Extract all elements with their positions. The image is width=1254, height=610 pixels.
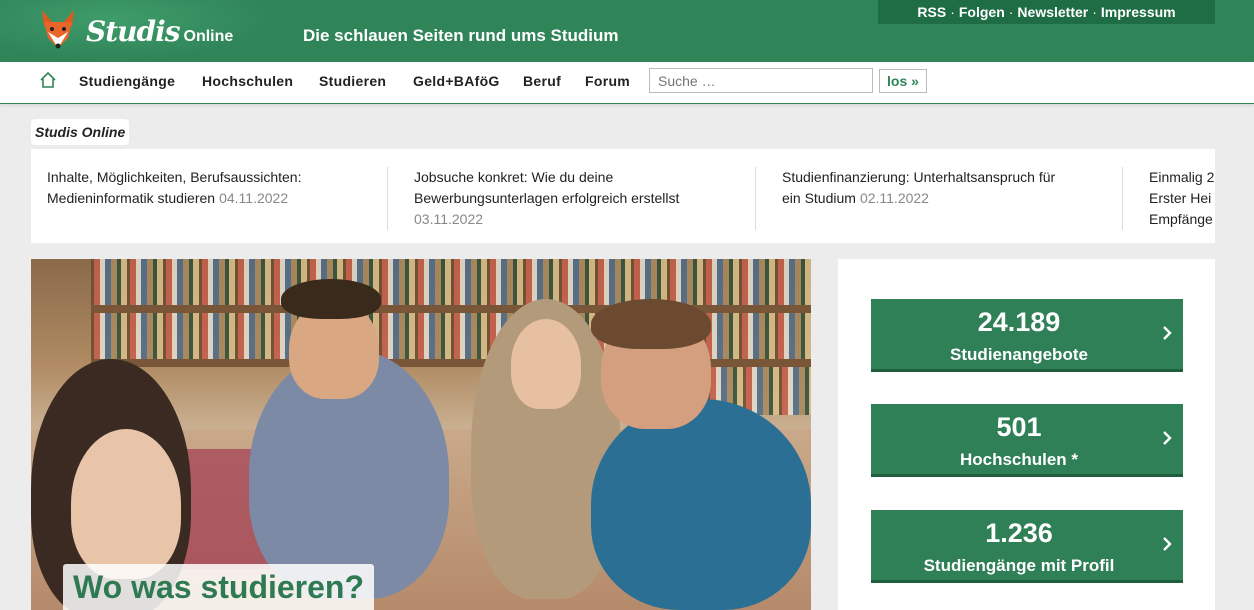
- nav-item-studiengaenge[interactable]: Studiengänge: [79, 73, 175, 89]
- main-nav: Studiengänge Hochschulen Studieren Geld+…: [0, 62, 1254, 104]
- fox-logo-icon: [38, 8, 78, 54]
- ticker-item[interactable]: Einmalig 2 Erster Hei Empfänge: [1149, 167, 1214, 230]
- toplink-newsletter[interactable]: Newsletter: [1017, 4, 1088, 20]
- ticker-headline: Erster Hei: [1149, 190, 1212, 206]
- toplink-impressum[interactable]: Impressum: [1101, 4, 1176, 20]
- toplink-rss[interactable]: RSS: [917, 4, 946, 20]
- logo-online-text: Online: [183, 27, 234, 45]
- ticker-headline: ein Studium: [782, 190, 856, 206]
- ticker-divider: [1122, 167, 1123, 230]
- ticker-divider: [755, 167, 756, 230]
- stat-label: Hochschulen *: [959, 450, 1079, 469]
- ticker-headline: Studienfinanzierung: Unterhaltsanspruch …: [782, 169, 1056, 185]
- ticker-item[interactable]: Inhalte, Möglichkeiten, Berufsaussichten…: [47, 167, 301, 209]
- nav-item-geld-bafoeg[interactable]: Geld+BAföG: [413, 73, 500, 89]
- stat-box-studienangebote[interactable]: 24.189 Studienangebote: [871, 299, 1183, 372]
- home-icon[interactable]: [39, 71, 57, 89]
- section-label: Studis Online: [31, 119, 130, 145]
- nav-item-hochschulen[interactable]: Hochschulen: [202, 73, 293, 89]
- student-hair: [591, 299, 711, 349]
- ticker-date: 04.11.2022: [219, 190, 289, 206]
- nav-item-beruf[interactable]: Beruf: [523, 73, 561, 89]
- toplink-separator: ·: [1008, 4, 1014, 20]
- stat-box-hochschulen[interactable]: 501 Hochschulen *: [871, 404, 1183, 477]
- nav-item-forum[interactable]: Forum: [585, 73, 630, 89]
- hero-caption[interactable]: Wo was studieren?: [63, 564, 375, 610]
- ticker-headline: Bewerbungsunterlagen erfolgreich erstell…: [414, 190, 680, 206]
- ticker-date: 03.11.2022: [414, 211, 484, 227]
- ticker-headline: Jobsuche konkret: Wie du deine: [414, 169, 614, 185]
- student-hair: [281, 279, 381, 319]
- ticker-headline: Medieninformatik studieren: [47, 190, 216, 206]
- search-button[interactable]: los »: [879, 69, 927, 93]
- ticker-date: 02.11.2022: [859, 190, 929, 206]
- ticker-headline: Inhalte, Möglichkeiten, Berufsaussichten…: [47, 169, 302, 185]
- stat-number: 501: [996, 412, 1042, 442]
- stat-label: Studienangebote: [950, 345, 1088, 364]
- ticker-item[interactable]: Studienfinanzierung: Unterhaltsanspruch …: [782, 167, 1055, 209]
- ticker-divider: [387, 167, 388, 230]
- student-face: [511, 319, 581, 409]
- stat-number: 1.236: [985, 518, 1053, 548]
- site-tagline: Die schlauen Seiten rund ums Studium: [303, 26, 619, 45]
- bookshelf-row: [91, 259, 811, 307]
- chevron-right-icon: [1163, 326, 1172, 340]
- chevron-right-icon: [1163, 537, 1172, 551]
- toplink-folgen[interactable]: Folgen: [959, 4, 1005, 20]
- stat-box-studiengaenge-profil[interactable]: 1.236 Studiengänge mit Profil: [871, 510, 1183, 583]
- stat-number: 24.189: [977, 307, 1061, 337]
- stats-panel: 24.189 Studienangebote 501 Hochschulen *…: [838, 259, 1215, 610]
- news-ticker: Inhalte, Möglichkeiten, Berufsaussichten…: [31, 149, 1215, 243]
- student-silhouette: [591, 399, 811, 610]
- hero-image[interactable]: [31, 259, 811, 610]
- student-face: [71, 429, 181, 579]
- ticker-headline: Einmalig 2: [1149, 169, 1215, 185]
- site-header: Studis Online Die schlauen Seiten rund u…: [0, 0, 1254, 62]
- ticker-item[interactable]: Jobsuche konkret: Wie du deine Bewerbung…: [414, 167, 679, 230]
- chevron-right-icon: [1163, 431, 1172, 445]
- site-logo[interactable]: Studis Online: [38, 6, 238, 56]
- ticker-headline: Empfänge: [1149, 211, 1213, 227]
- search-input[interactable]: [649, 68, 873, 93]
- toplink-separator: ·: [1092, 4, 1097, 20]
- toplink-separator: ·: [950, 4, 955, 20]
- logo-script-text: Studis: [86, 14, 180, 48]
- nav-item-studieren[interactable]: Studieren: [319, 73, 386, 89]
- top-links: RSS · Folgen · Newsletter · Impressum: [878, 0, 1215, 24]
- stat-label: Studiengänge mit Profil: [923, 556, 1115, 575]
